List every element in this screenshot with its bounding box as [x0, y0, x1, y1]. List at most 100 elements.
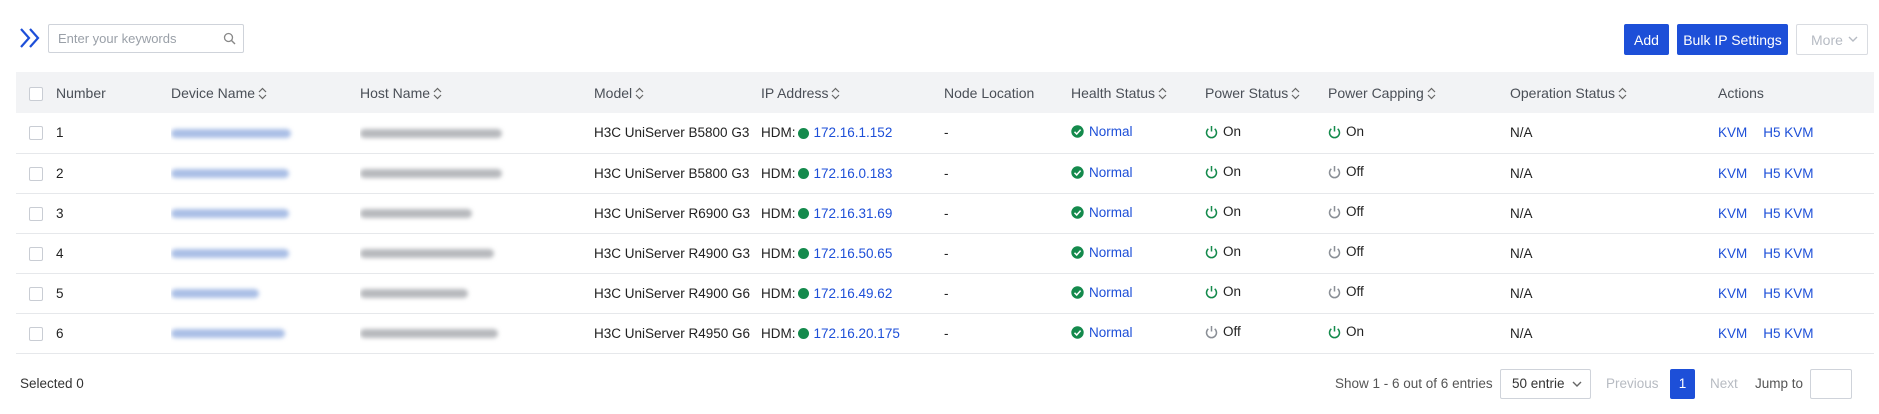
h5-kvm-link[interactable]: H5 KVM [1763, 125, 1813, 140]
ip-address-link[interactable]: 172.16.0.183 [814, 166, 893, 181]
check-circle-icon [1071, 245, 1084, 259]
sort-arrows-icon[interactable] [433, 87, 442, 100]
health-status-link[interactable]: Normal [1089, 285, 1133, 300]
device-name-redacted[interactable] [171, 329, 285, 339]
device-name-cell[interactable] [171, 193, 360, 233]
sort-arrows-icon[interactable] [1291, 87, 1300, 100]
model-cell: H3C UniServer R6900 G3 [594, 205, 751, 221]
device-name-cell[interactable] [171, 153, 360, 193]
h5-kvm-link[interactable]: H5 KVM [1763, 246, 1813, 261]
ip-address-link[interactable]: 172.16.20.175 [814, 326, 900, 341]
status-dot-icon [797, 128, 809, 140]
column-header[interactable]: Model [594, 72, 761, 113]
previous-page-button[interactable]: Previous [1606, 376, 1659, 391]
power-capping-label: Off [1346, 204, 1364, 220]
host-name-redacted [360, 289, 468, 299]
power-icon [1328, 325, 1341, 339]
device-name-cell[interactable] [171, 313, 360, 353]
expand-panel-button[interactable] [16, 24, 44, 52]
sort-arrows-icon[interactable] [635, 87, 644, 100]
ip-address-cell: HDM: 172.16.50.65 [761, 233, 944, 273]
power-status-cell: Off [1205, 313, 1328, 353]
status-dot-icon [797, 168, 809, 180]
ip-address-link[interactable]: 172.16.1.152 [814, 125, 893, 140]
ip-address-link[interactable]: 172.16.49.62 [814, 286, 893, 301]
column-label: IP Address [761, 84, 829, 101]
kvm-link[interactable]: KVM [1718, 246, 1747, 261]
column-header[interactable]: Power Status [1205, 72, 1328, 113]
model-cell: H3C UniServer R4900 G3 [594, 245, 751, 261]
kvm-link[interactable]: KVM [1718, 166, 1747, 181]
sort-arrows-icon[interactable] [1158, 87, 1167, 100]
h5-kvm-link[interactable]: H5 KVM [1763, 286, 1813, 301]
ip-address-link[interactable]: 172.16.31.69 [814, 206, 893, 221]
device-name-redacted[interactable] [171, 209, 289, 219]
table-row: 5 H3C UniServer R4900 G6 HDM: 172.16.49.62 -… [16, 273, 1874, 313]
ip-prefix: HDM: [761, 285, 796, 301]
power-status-label: On [1223, 124, 1242, 139]
ip-address-cell: HDM: 172.16.31.69 [761, 193, 944, 233]
column-label: Node Location [944, 84, 1035, 101]
health-status-link[interactable]: Normal [1089, 245, 1133, 260]
row-checkbox[interactable] [29, 166, 43, 181]
h5-kvm-link[interactable]: H5 KVM [1763, 166, 1813, 181]
bulk-ip-settings-button[interactable]: Bulk IP Settings [1677, 24, 1788, 55]
power-status-cell: On [1205, 113, 1328, 153]
kvm-link[interactable]: KVM [1718, 326, 1747, 341]
column-header[interactable]: Health Status [1071, 72, 1205, 113]
power-capping-label: Off [1346, 164, 1364, 180]
device-name-redacted[interactable] [171, 129, 291, 139]
selected-count: Selected 0 [20, 376, 84, 391]
device-name-cell[interactable] [171, 113, 360, 153]
status-dot-icon [797, 208, 809, 220]
health-status-link[interactable]: Normal [1089, 165, 1133, 180]
kvm-link[interactable]: KVM [1718, 125, 1747, 140]
ip-address-cell: HDM: 172.16.20.175 [761, 313, 944, 353]
row-checkbox[interactable] [29, 246, 43, 261]
health-status-link[interactable]: Normal [1089, 205, 1133, 220]
device-name-redacted[interactable] [171, 289, 259, 299]
row-checkbox[interactable] [29, 286, 43, 301]
add-button[interactable]: Add [1624, 24, 1669, 55]
device-name-redacted[interactable] [171, 249, 289, 259]
page-1-button[interactable]: 1 [1670, 369, 1695, 399]
table-row: 6 H3C UniServer R4950 G6 HDM: 172.16.20.175… [16, 313, 1874, 353]
kvm-link[interactable]: KVM [1718, 286, 1747, 301]
column-header[interactable]: Device Name [171, 72, 360, 113]
host-name-cell [360, 193, 594, 233]
page-size-select[interactable]: 50 entrie [1500, 369, 1591, 399]
power-status-label: On [1223, 244, 1242, 260]
row-checkbox[interactable] [29, 126, 43, 141]
column-label: Actions [1718, 84, 1764, 101]
row-checkbox[interactable] [29, 206, 43, 221]
column-header[interactable]: Host Name [360, 72, 594, 113]
search-icon[interactable] [223, 32, 236, 45]
sort-arrows-icon[interactable] [1618, 87, 1627, 100]
number-cell: 2 [56, 165, 64, 181]
host-name-redacted [360, 209, 472, 219]
row-checkbox[interactable] [29, 326, 43, 341]
device-name-cell[interactable] [171, 273, 360, 313]
sort-arrows-icon[interactable] [258, 87, 267, 100]
sort-arrows-icon[interactable] [831, 87, 840, 100]
next-page-button[interactable]: Next [1710, 376, 1738, 391]
column-header[interactable]: Operation Status [1510, 72, 1718, 113]
h5-kvm-link[interactable]: H5 KVM [1763, 326, 1813, 341]
jump-to-input[interactable] [1810, 369, 1852, 399]
h5-kvm-link[interactable]: H5 KVM [1763, 206, 1813, 221]
column-header[interactable]: Power Capping [1328, 72, 1510, 113]
power-status-label: On [1223, 204, 1242, 220]
device-name-cell[interactable] [171, 233, 360, 273]
column-header[interactable]: IP Address [761, 72, 944, 113]
search-input[interactable] [49, 25, 218, 52]
more-button[interactable]: More [1796, 24, 1868, 55]
health-status-link[interactable]: Normal [1089, 325, 1133, 340]
device-name-redacted[interactable] [171, 169, 289, 179]
ip-address-cell: HDM: 172.16.0.183 [761, 153, 944, 193]
select-all-checkbox[interactable] [29, 86, 43, 101]
sort-arrows-icon[interactable] [1427, 87, 1436, 100]
ip-address-link[interactable]: 172.16.50.65 [814, 246, 893, 261]
kvm-link[interactable]: KVM [1718, 206, 1747, 221]
health-status-link[interactable]: Normal [1089, 124, 1133, 139]
power-capping-cell: On [1328, 313, 1510, 353]
